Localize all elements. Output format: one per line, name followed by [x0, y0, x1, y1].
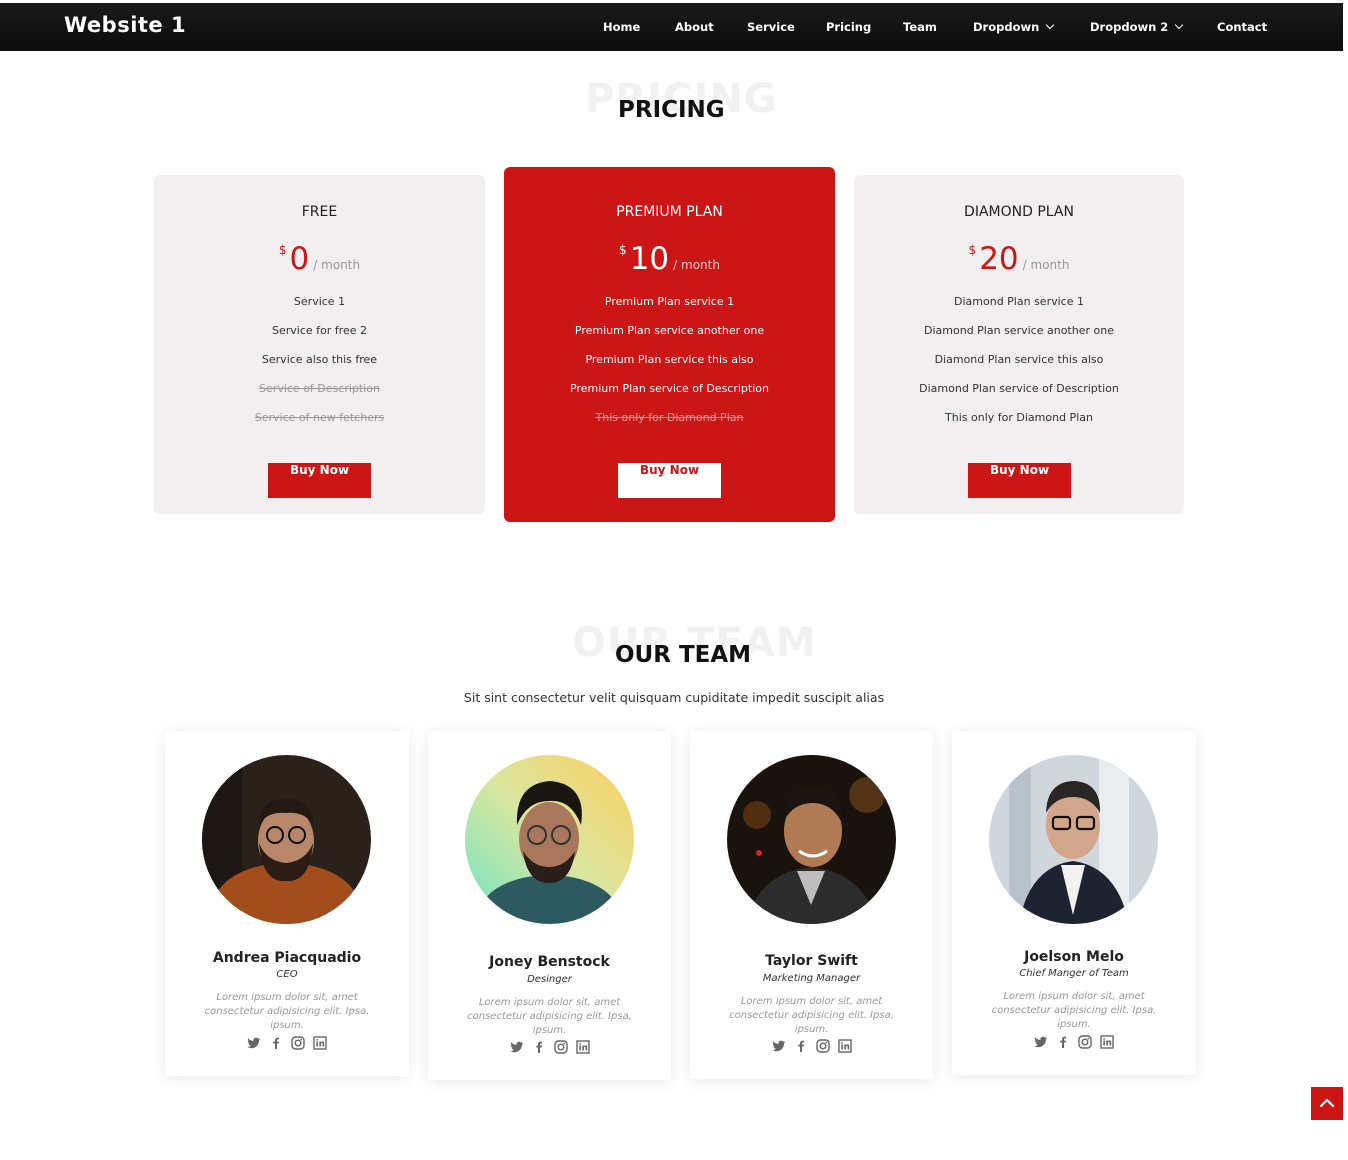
feature-item-unavailable: Service of Description — [259, 382, 380, 395]
feature-list: Premium Plan service 1 Premium Plan serv… — [504, 295, 835, 440]
pricing-card-premium: PREMIUM PLAN $10/ month Premium Plan ser… — [504, 167, 835, 522]
team-member-card: Taylor Swift Marketing Manager Lorem ips… — [690, 731, 933, 1079]
nav-pricing[interactable]: Pricing — [826, 20, 871, 34]
feature-item: Diamond Plan service another one — [924, 324, 1114, 337]
pricing-card-free: FREE $0/ month Service 1 Service for fre… — [154, 175, 485, 514]
nav-dropdown-2[interactable]: Dropdown 2 — [1090, 20, 1184, 34]
facebook-icon[interactable] — [269, 1035, 283, 1049]
feature-item: Premium Plan service this also — [585, 353, 754, 366]
feature-list: Diamond Plan service 1 Diamond Plan serv… — [854, 295, 1184, 440]
member-bio: Lorem ipsum dolor sit, amet consectetur … — [991, 991, 1157, 1030]
pricing-card-diamond: DIAMOND PLAN $20/ month Diamond Plan ser… — [854, 175, 1184, 514]
plan-price: $20/ month — [854, 241, 1184, 277]
instagram-icon[interactable] — [1078, 1034, 1092, 1049]
twitter-icon[interactable] — [1034, 1034, 1048, 1048]
twitter-icon[interactable] — [772, 1038, 786, 1052]
feature-item: Service for free 2 — [272, 324, 367, 337]
member-name: Joney Benstock — [489, 954, 610, 970]
facebook-icon[interactable] — [532, 1039, 546, 1053]
price-amount: 0 — [289, 241, 310, 277]
feature-item: Diamond Plan service of Description — [919, 382, 1119, 395]
social-links — [428, 1039, 671, 1054]
plan-price: $10/ month — [504, 241, 835, 277]
instagram-icon[interactable] — [815, 1038, 830, 1053]
nav-contact[interactable]: Contact — [1217, 20, 1267, 34]
member-role: Desinger — [527, 974, 572, 985]
price-period: / month — [313, 258, 361, 272]
nav-home[interactable]: Home — [603, 20, 640, 34]
arrow-up-icon — [1319, 1098, 1335, 1108]
nav-dropdown-2-label: Dropdown 2 — [1090, 20, 1169, 34]
price-period: / month — [1022, 258, 1070, 272]
member-bio: Lorem ipsum dolor sit, amet consectetur … — [467, 997, 632, 1036]
price-period: / month — [673, 258, 720, 272]
team-member-card: Joney Benstock Desinger Lorem ipsum dolo… — [428, 731, 671, 1080]
plan-name: PREMIUM PLAN — [616, 204, 723, 220]
buy-now-button[interactable]: Buy Now — [618, 463, 721, 498]
nav-dropdown[interactable]: Dropdown — [973, 20, 1055, 34]
feature-item: Premium Plan service 1 — [604, 295, 735, 308]
buy-now-button[interactable]: Buy Now — [968, 463, 1071, 498]
social-links — [690, 1038, 933, 1053]
price-amount: 10 — [629, 241, 670, 277]
feature-list: Service 1 Service for free 2 Service als… — [154, 295, 485, 440]
team-title: OUR TEAM — [615, 642, 752, 668]
feature-item: Premium Plan service another one — [574, 324, 765, 337]
feature-item-unavailable: This only for Diamond Plan — [595, 411, 744, 424]
feature-item: Premium Plan service of Description — [570, 382, 769, 395]
price-currency: $ — [619, 243, 627, 257]
chevron-down-icon — [1046, 20, 1055, 30]
linkedin-icon[interactable] — [1100, 1034, 1114, 1049]
social-links — [165, 1035, 409, 1050]
twitter-icon[interactable] — [510, 1039, 524, 1053]
price-currency: $ — [968, 243, 977, 257]
feature-item: Diamond Plan service this also — [934, 353, 1104, 366]
linkedin-icon[interactable] — [313, 1035, 327, 1050]
avatar — [989, 755, 1158, 924]
feature-item: Service also this free — [261, 353, 378, 366]
instagram-icon[interactable] — [291, 1035, 305, 1050]
buy-now-button[interactable]: Buy Now — [268, 463, 371, 498]
linkedin-icon[interactable] — [837, 1038, 852, 1053]
plan-name: DIAMOND PLAN — [964, 204, 1074, 220]
team-subtitle: Sit sint consectetur velit quisquam cupi… — [463, 690, 885, 705]
nav-team[interactable]: Team — [903, 20, 937, 34]
chevron-down-icon — [1175, 20, 1184, 30]
avatar — [202, 755, 371, 924]
navbar: Website 1 Home About Service Pricing Tea… — [0, 3, 1343, 51]
linkedin-icon[interactable] — [575, 1039, 590, 1054]
avatar — [465, 755, 634, 924]
member-role: CEO — [276, 969, 298, 980]
member-role: Marketing Manager — [762, 973, 861, 984]
back-to-top-button[interactable] — [1311, 1087, 1343, 1120]
member-name: Andrea Piacquadio — [212, 950, 362, 966]
avatar — [727, 755, 896, 924]
facebook-icon[interactable] — [1056, 1034, 1070, 1048]
nav-about[interactable]: About — [675, 20, 714, 34]
member-bio: Lorem ipsum dolor sit, amet consectetur … — [729, 996, 894, 1035]
member-role: Chief Manger of Team — [1019, 968, 1129, 979]
member-bio: Lorem ipsum dolor sit, amet consectetur … — [204, 992, 370, 1031]
nav-dropdown-label: Dropdown — [973, 20, 1040, 34]
social-links — [952, 1034, 1196, 1049]
price-amount: 20 — [979, 241, 1019, 277]
team-member-card: Andrea Piacquadio CEO Lorem ipsum dolor … — [165, 731, 409, 1076]
feature-item: Service 1 — [293, 295, 346, 308]
plan-name: FREE — [301, 204, 338, 220]
team-member-card: Joelson Melo Chief Manger of Team Lorem … — [952, 731, 1196, 1075]
price-currency: $ — [278, 243, 287, 257]
feature-item: This only for Diamond Plan — [945, 411, 1093, 424]
brand-logo[interactable]: Website 1 — [64, 13, 186, 37]
instagram-icon[interactable] — [553, 1039, 568, 1054]
twitter-icon[interactable] — [247, 1035, 261, 1049]
nav-service[interactable]: Service — [747, 20, 795, 34]
feature-item-unavailable: Service of new fetchers — [254, 411, 385, 424]
pricing-title: PRICING — [618, 97, 725, 123]
member-name: Taylor Swift — [765, 953, 858, 969]
member-name: Joelson Melo — [1024, 949, 1124, 965]
feature-item: Diamond Plan service 1 — [954, 295, 1084, 308]
plan-price: $0/ month — [154, 241, 485, 277]
facebook-icon[interactable] — [794, 1038, 808, 1052]
